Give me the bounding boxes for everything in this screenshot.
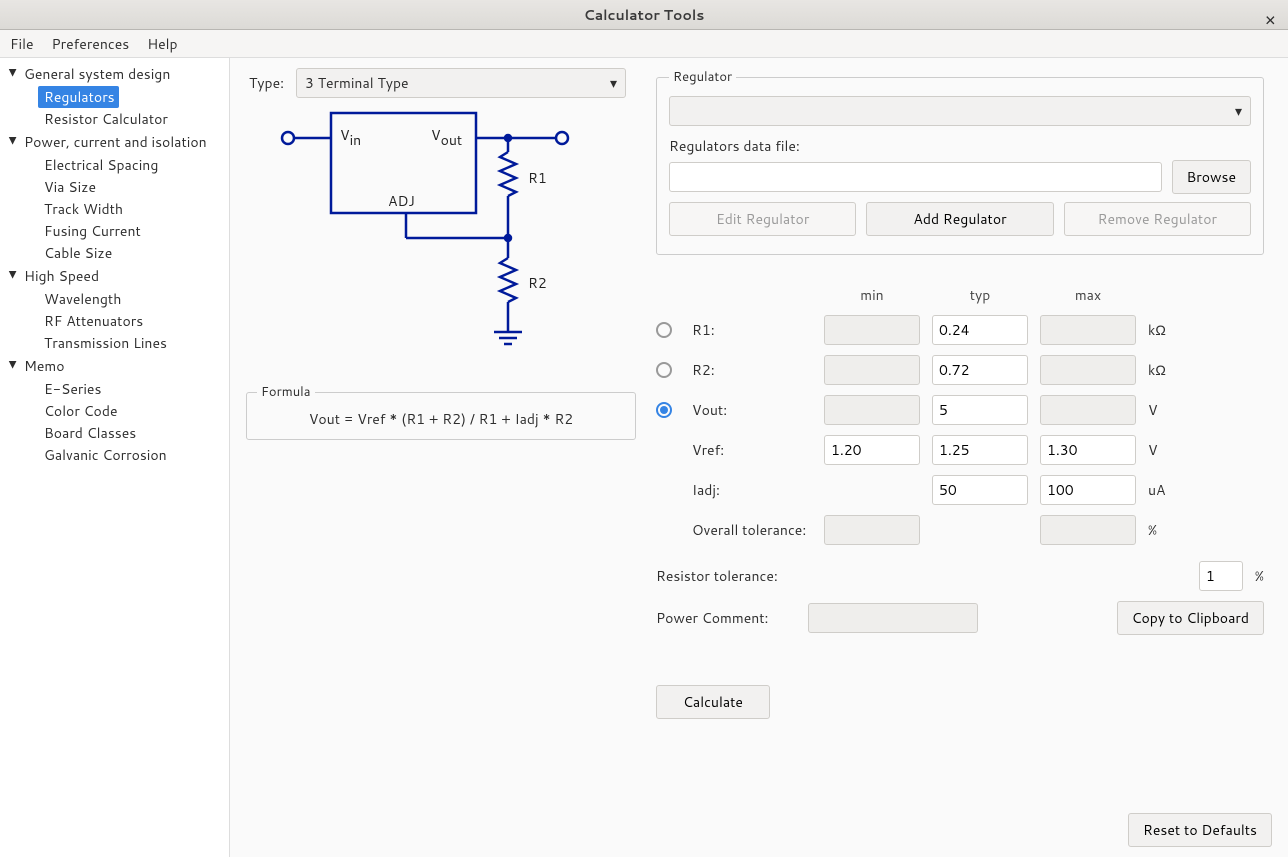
type-select[interactable]: 3 Terminal Type ▾ xyxy=(296,68,626,98)
menubar: File Preferences Help xyxy=(0,30,1288,58)
unit-r2: kΩ xyxy=(1148,360,1188,380)
r1-min[interactable] xyxy=(824,315,920,345)
chevron-down-icon: ▶ xyxy=(6,361,20,371)
chevron-down-icon: ▶ xyxy=(6,69,20,79)
menu-help[interactable]: Help xyxy=(147,34,177,54)
menu-file[interactable]: File xyxy=(10,34,34,54)
add-regulator-button[interactable]: Add Regulator xyxy=(866,202,1053,236)
unit-overall: % xyxy=(1148,520,1188,540)
iadj-max[interactable] xyxy=(1040,475,1136,505)
datafile-label: Regulators data file: xyxy=(669,136,1251,156)
formula-text: Vout = Vref * (R1 + R2) / R1 + Iadj * R2 xyxy=(257,409,625,429)
regulator-select[interactable]: ▾ xyxy=(669,96,1251,126)
treegroup-memo[interactable]: ▶Memo xyxy=(0,354,229,378)
vref-min[interactable] xyxy=(824,435,920,465)
treegroup-general[interactable]: ▶General system design xyxy=(0,62,229,86)
r2-max[interactable] xyxy=(1040,355,1136,385)
reset-button[interactable]: Reset to Defaults xyxy=(1128,813,1272,847)
unit-rtol: % xyxy=(1255,566,1264,586)
label-rtol: Resistor tolerance: xyxy=(656,566,796,586)
remove-regulator-button[interactable]: Remove Regulator xyxy=(1064,202,1251,236)
r1-max[interactable] xyxy=(1040,315,1136,345)
treegroup-highspeed[interactable]: ▶High Speed xyxy=(0,264,229,288)
sidebar-item-e-series[interactable]: E-Series xyxy=(38,378,229,400)
vout-typ[interactable] xyxy=(932,395,1028,425)
datafile-input[interactable] xyxy=(669,162,1162,192)
treegroup-power[interactable]: ▶Power, current and isolation xyxy=(0,130,229,154)
label-r1: R1: xyxy=(692,320,812,340)
r2-min[interactable] xyxy=(824,355,920,385)
label-pcomment: Power Comment: xyxy=(656,608,796,628)
vref-max[interactable] xyxy=(1040,435,1136,465)
iadj-typ[interactable] xyxy=(932,475,1028,505)
window-title: Calculator Tools xyxy=(584,5,705,25)
sidebar-item-wavelength[interactable]: Wavelength xyxy=(38,288,229,310)
sidebar-item-board-classes[interactable]: Board Classes xyxy=(38,422,229,444)
vref-typ[interactable] xyxy=(932,435,1028,465)
sidebar-item-galvanic-corrosion[interactable]: Galvanic Corrosion xyxy=(38,444,229,466)
radio-r1[interactable] xyxy=(656,322,672,338)
unit-iadj: uA xyxy=(1148,480,1188,500)
sidebar-item-transmission-lines[interactable]: Transmission Lines xyxy=(38,332,229,354)
label-vref: Vref: xyxy=(692,440,812,460)
svg-text:Vout: Vout xyxy=(431,125,462,150)
sidebar-item-color-code[interactable]: Color Code xyxy=(38,400,229,422)
label-overall: Overall tolerance: xyxy=(692,520,812,540)
chevron-down-icon: ▾ xyxy=(1235,101,1242,121)
unit-vref: V xyxy=(1148,440,1188,460)
unit-vout: V xyxy=(1148,400,1188,420)
formula-legend: Formula xyxy=(257,383,315,401)
regulator-legend: Regulator xyxy=(669,68,736,86)
sidebar-item-electrical-spacing[interactable]: Electrical Spacing xyxy=(38,154,229,176)
sidebar-item-fusing-current[interactable]: Fusing Current xyxy=(38,220,229,242)
sidebar: ▶General system design Regulators Resist… xyxy=(0,58,230,857)
regulator-box: Regulator ▾ Regulators data file: Browse… xyxy=(656,68,1264,255)
vout-max[interactable] xyxy=(1040,395,1136,425)
edit-regulator-button[interactable]: Edit Regulator xyxy=(669,202,856,236)
col-typ: typ xyxy=(932,285,1028,305)
sidebar-item-cable-size[interactable]: Cable Size xyxy=(38,242,229,264)
svg-text:ADJ: ADJ xyxy=(388,191,415,211)
calculate-button[interactable]: Calculate xyxy=(656,685,770,719)
svg-text:R2: R2 xyxy=(528,273,547,293)
chevron-down-icon: ▶ xyxy=(6,137,20,147)
input-rtol[interactable] xyxy=(1199,561,1243,591)
browse-button[interactable]: Browse xyxy=(1172,160,1252,194)
r2-typ[interactable] xyxy=(932,355,1028,385)
label-r2: R2: xyxy=(692,360,812,380)
close-icon[interactable]: × xyxy=(1265,6,1276,32)
formula-box: Formula Vout = Vref * (R1 + R2) / R1 + I… xyxy=(246,383,636,440)
radio-r2[interactable] xyxy=(656,362,672,378)
sidebar-item-regulators[interactable]: Regulators xyxy=(38,86,119,108)
svg-text:R1: R1 xyxy=(528,168,547,188)
svg-text:Vin: Vin xyxy=(340,125,361,150)
input-pcomment[interactable] xyxy=(808,603,978,633)
sidebar-item-via-size[interactable]: Via Size xyxy=(38,176,229,198)
radio-vout[interactable] xyxy=(656,402,672,418)
chevron-down-icon: ▶ xyxy=(6,271,20,281)
sidebar-item-resistor-calculator[interactable]: Resistor Calculator xyxy=(38,108,229,130)
sidebar-item-track-width[interactable]: Track Width xyxy=(38,198,229,220)
sidebar-item-rf-attenuators[interactable]: RF Attenuators xyxy=(38,310,229,332)
r1-typ[interactable] xyxy=(932,315,1028,345)
menu-preferences[interactable]: Preferences xyxy=(52,34,130,54)
chevron-down-icon: ▾ xyxy=(610,73,617,93)
unit-r1: kΩ xyxy=(1148,320,1188,340)
col-max: max xyxy=(1040,285,1136,305)
label-vout: Vout: xyxy=(692,400,812,420)
copy-button[interactable]: Copy to Clipboard xyxy=(1117,601,1264,635)
regulator-diagram: Vin Vout ADJ R1 R2 xyxy=(246,108,636,373)
titlebar: Calculator Tools × xyxy=(0,0,1288,30)
param-grid: min typ max R1: kΩ R2: kΩ Vout: xyxy=(656,285,1264,545)
vout-min[interactable] xyxy=(824,395,920,425)
overall-min[interactable] xyxy=(824,515,920,545)
type-label: Type: xyxy=(246,73,284,93)
col-min: min xyxy=(824,285,920,305)
overall-max[interactable] xyxy=(1040,515,1136,545)
label-iadj: Iadj: xyxy=(692,480,812,500)
